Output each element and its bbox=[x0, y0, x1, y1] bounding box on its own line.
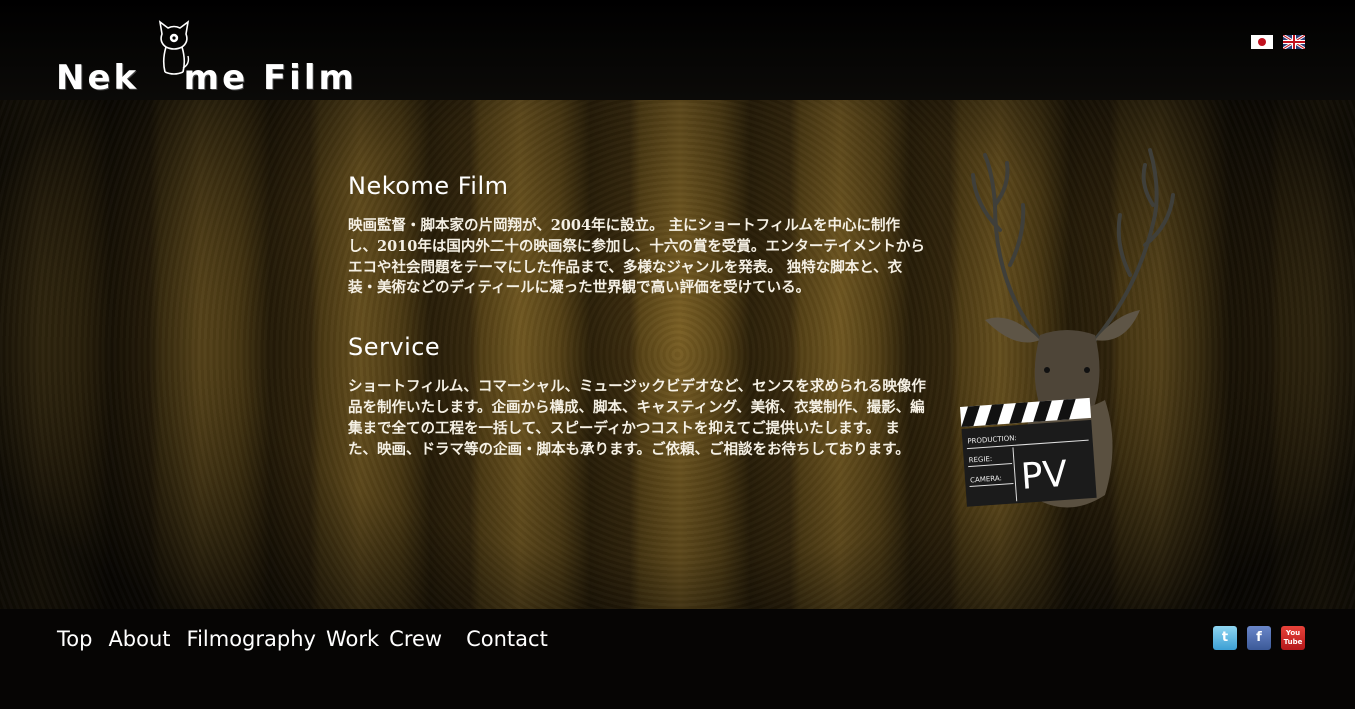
english-language-button[interactable] bbox=[1283, 35, 1305, 49]
about-title: Nekome Film bbox=[348, 172, 509, 200]
logo-text: Nek me Film bbox=[56, 58, 357, 98]
service-title: Service bbox=[348, 333, 441, 362]
about-body: 映画監督・脚本家の片岡翔が、2004年に設立。 主にショートフィルムを中心に制作… bbox=[348, 217, 925, 297]
site-footer: Top About Filmography Work Crew Contact … bbox=[0, 609, 1355, 709]
nav-top-link[interactable]: Top bbox=[57, 627, 92, 651]
facebook-glyph: f bbox=[1256, 630, 1262, 645]
facebook-icon[interactable]: f bbox=[1247, 626, 1271, 650]
japanese-language-button[interactable] bbox=[1251, 35, 1273, 49]
footer-nav: Top About Filmography Work Crew Contact bbox=[57, 627, 564, 651]
youtube-glyph: You Tube bbox=[1283, 629, 1303, 646]
deer-head-clapperboard-icon: PRODUCTION: REGIE: CAMERA: PV bbox=[959, 148, 1175, 508]
twitter-glyph: t bbox=[1221, 630, 1229, 645]
content-column: Nekome Film 映画監督・脚本家の片岡翔が、2004年に設立。 主にショ… bbox=[348, 172, 928, 460]
twitter-icon[interactable]: t bbox=[1213, 626, 1237, 650]
clapper-regie-label: REGIE: bbox=[968, 455, 992, 465]
clapper-pv-mark: PV bbox=[1020, 454, 1069, 498]
nav-crew-link[interactable]: Crew bbox=[389, 627, 442, 651]
site-logo[interactable]: Nek me Film bbox=[56, 20, 354, 98]
main-content-area: Nekome Film 映画監督・脚本家の片岡翔が、2004年に設立。 主にショ… bbox=[0, 100, 1355, 609]
site-header: Nek me Film bbox=[0, 0, 1355, 100]
service-body: ショートフィルム、コマーシャル、ミュージックビデオなど、センスを求められる映像作… bbox=[348, 378, 926, 458]
nav-contact-link[interactable]: Contact bbox=[466, 627, 548, 651]
nav-about-link[interactable]: About bbox=[108, 627, 170, 651]
youtube-icon[interactable]: You Tube bbox=[1281, 626, 1305, 650]
nav-filmography-link[interactable]: Filmography bbox=[187, 627, 316, 651]
nav-work-link[interactable]: Work bbox=[326, 627, 379, 651]
